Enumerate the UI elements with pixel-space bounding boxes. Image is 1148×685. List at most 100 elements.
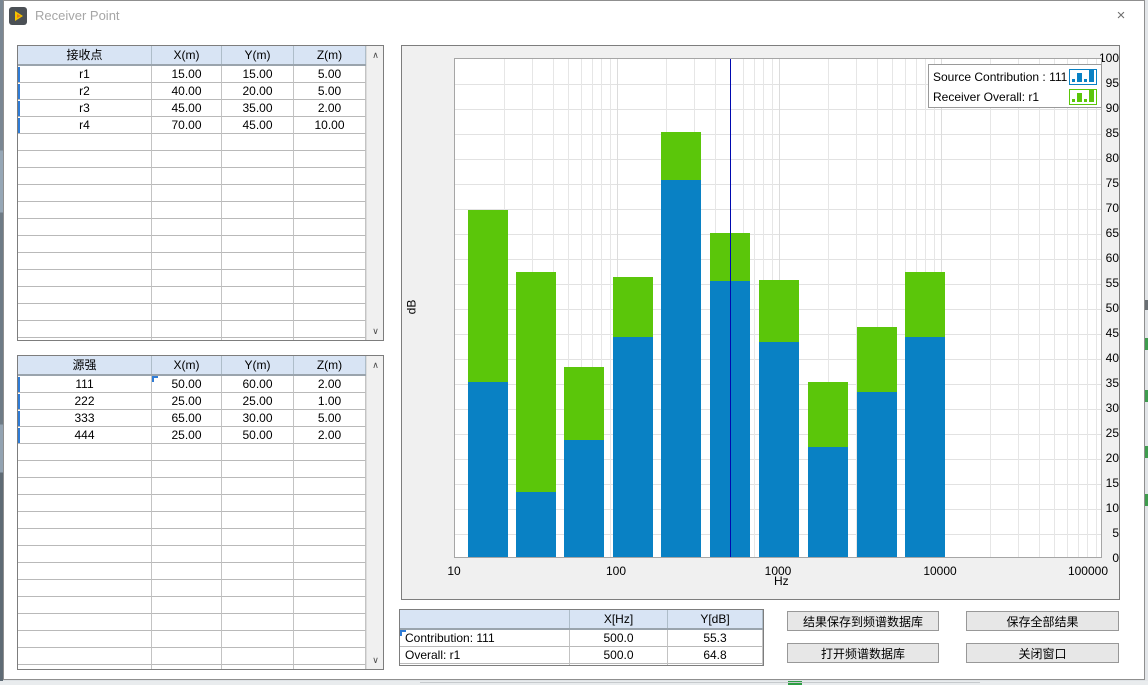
column-header[interactable]: X(m): [152, 356, 222, 374]
table-cell[interactable]: [294, 168, 366, 185]
table-cell[interactable]: [152, 444, 222, 461]
table-row[interactable]: 33365.0030.005.00: [18, 410, 383, 427]
column-header[interactable]: Y(m): [222, 356, 294, 374]
table-cell[interactable]: [18, 478, 152, 495]
table-cell[interactable]: 25.00: [222, 393, 294, 410]
table-cell[interactable]: [294, 563, 366, 580]
table-cell[interactable]: [18, 287, 152, 304]
table-cell[interactable]: 1.00: [294, 393, 366, 410]
table-cell[interactable]: 15.00: [152, 66, 222, 83]
table-row[interactable]: r115.0015.005.00: [18, 66, 383, 83]
table-cell[interactable]: [294, 202, 366, 219]
table-cell[interactable]: [294, 614, 366, 631]
table-cell[interactable]: 25.00: [152, 393, 222, 410]
table-cell[interactable]: r1: [18, 66, 152, 83]
table-cell[interactable]: [152, 321, 222, 338]
table-row[interactable]: 11150.0060.002.00: [18, 376, 383, 393]
table-cell[interactable]: [222, 614, 294, 631]
table-row[interactable]: 22225.0025.001.00: [18, 393, 383, 410]
table-cell[interactable]: [18, 461, 152, 478]
table-cell[interactable]: [222, 253, 294, 270]
table-cell[interactable]: [152, 270, 222, 287]
table-cell[interactable]: [152, 512, 222, 529]
table-cell[interactable]: [18, 597, 152, 614]
close-window-icon[interactable]: ×: [1098, 1, 1144, 31]
table-cell[interactable]: [222, 202, 294, 219]
table-cell[interactable]: [294, 478, 366, 495]
table-cell[interactable]: [152, 185, 222, 202]
table-cell[interactable]: [152, 665, 222, 670]
save-all-results-button[interactable]: 保存全部结果: [966, 611, 1119, 631]
table-row[interactable]: Overall: r1500.064.8: [400, 647, 763, 664]
column-header[interactable]: 接收点: [18, 46, 152, 64]
table-cell[interactable]: [18, 236, 152, 253]
table-row[interactable]: [18, 563, 383, 580]
table-cell[interactable]: [18, 151, 152, 168]
table-cell[interactable]: [400, 664, 570, 666]
table-cell[interactable]: [18, 529, 152, 546]
table-row[interactable]: [18, 495, 383, 512]
table-cell[interactable]: 50.00: [152, 376, 222, 393]
table-cell[interactable]: [294, 151, 366, 168]
table-row[interactable]: [18, 270, 383, 287]
title-bar[interactable]: Receiver Point ×: [4, 1, 1144, 31]
table-cell[interactable]: Contribution: 111: [400, 630, 570, 647]
column-header[interactable]: 源强: [18, 356, 152, 374]
table-cell[interactable]: [222, 495, 294, 512]
table-row[interactable]: [18, 614, 383, 631]
table-cell[interactable]: r4: [18, 117, 152, 134]
table-cell[interactable]: [222, 134, 294, 151]
table-cell[interactable]: [294, 185, 366, 202]
vertical-scrollbar[interactable]: ∧∨: [366, 356, 383, 669]
legend-item[interactable]: Source Contribution : 111: [933, 67, 1097, 87]
table-cell[interactable]: [222, 236, 294, 253]
open-spectrum-db-button[interactable]: 打开频谱数据库: [787, 643, 939, 663]
table-cell[interactable]: 500.0: [570, 630, 668, 647]
table-row[interactable]: [18, 253, 383, 270]
table-cell[interactable]: [294, 665, 366, 670]
column-header[interactable]: X(m): [152, 46, 222, 64]
table-row[interactable]: [18, 287, 383, 304]
table-cell[interactable]: [668, 664, 763, 666]
table-cell[interactable]: [222, 338, 294, 341]
table-cell[interactable]: 35.00: [222, 100, 294, 117]
table-cell[interactable]: 5.00: [294, 410, 366, 427]
table-cell[interactable]: [294, 321, 366, 338]
table-cell[interactable]: [294, 597, 366, 614]
table-cell[interactable]: [222, 321, 294, 338]
table-cell[interactable]: 20.00: [222, 83, 294, 100]
table-cell[interactable]: 444: [18, 427, 152, 444]
table-cell[interactable]: [18, 321, 152, 338]
table-cell[interactable]: [152, 631, 222, 648]
table-cell[interactable]: [222, 665, 294, 670]
table-cell[interactable]: [152, 580, 222, 597]
table-row[interactable]: r470.0045.0010.00: [18, 117, 383, 134]
table-cell[interactable]: [294, 338, 366, 341]
table-cell[interactable]: [18, 253, 152, 270]
table-cell[interactable]: [152, 287, 222, 304]
table-cell[interactable]: 60.00: [222, 376, 294, 393]
table-cell[interactable]: [18, 444, 152, 461]
column-header[interactable]: Z(m): [294, 46, 366, 64]
table-row[interactable]: [18, 512, 383, 529]
table-cell[interactable]: [294, 270, 366, 287]
table-row[interactable]: Contribution: 111500.055.3: [400, 630, 763, 647]
plot-area[interactable]: [454, 58, 1102, 558]
table-cell[interactable]: [294, 495, 366, 512]
table-cell[interactable]: [294, 444, 366, 461]
table-row[interactable]: r345.0035.002.00: [18, 100, 383, 117]
table-cell[interactable]: [18, 270, 152, 287]
table-cell[interactable]: [18, 563, 152, 580]
table-cell[interactable]: 500.0: [570, 647, 668, 664]
table-cell[interactable]: 2.00: [294, 100, 366, 117]
table-cell[interactable]: [18, 580, 152, 597]
close-window-button[interactable]: 关闭窗口: [966, 643, 1119, 663]
table-cell[interactable]: [152, 338, 222, 341]
table-row[interactable]: [18, 321, 383, 338]
table-cell[interactable]: [18, 202, 152, 219]
table-row[interactable]: [18, 478, 383, 495]
table-cell[interactable]: [222, 648, 294, 665]
table-cell[interactable]: 15.00: [222, 66, 294, 83]
table-cell[interactable]: [222, 546, 294, 563]
column-header[interactable]: Y[dB]: [668, 610, 763, 628]
